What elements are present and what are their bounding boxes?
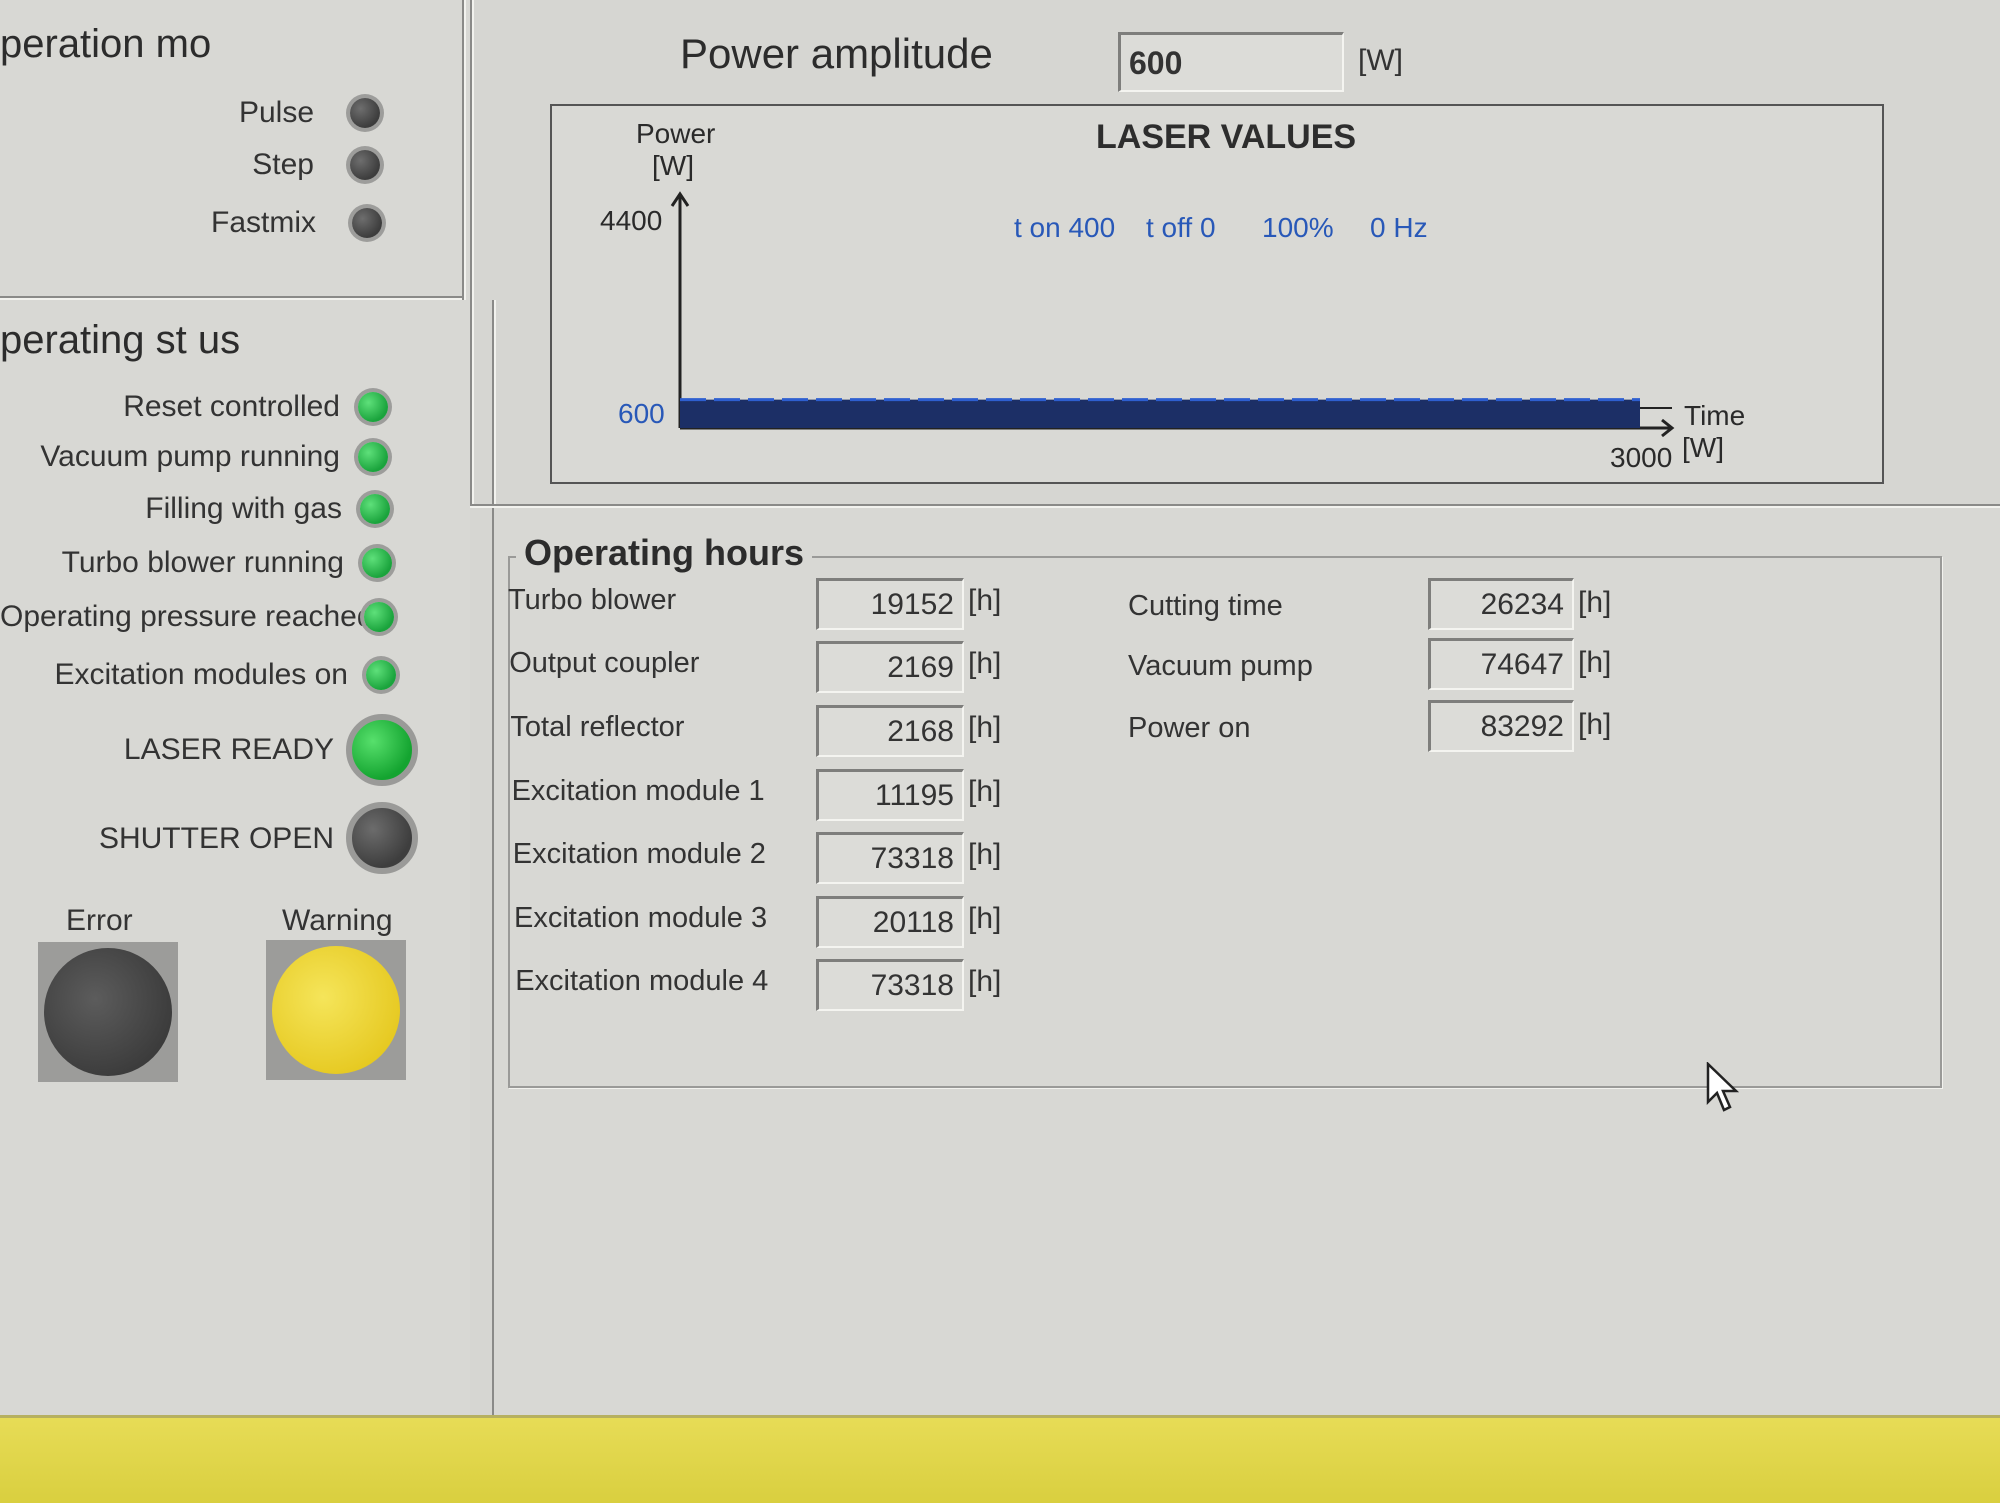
warning-lamp-frame [266,940,406,1080]
error-lamp-icon [44,948,172,1076]
hours-label: Cutting time [1128,590,1283,622]
laser-ready-label: LASER READY [123,733,334,766]
chart-hours-divider [470,504,2000,508]
hours-label: Power on [1128,712,1251,744]
hours-unit: [h] [968,647,1002,680]
hours-unit: [h] [1578,586,1612,619]
chart-y-axis [670,191,690,428]
hours-label: Output coupler [509,647,700,679]
status-excitation-led [366,660,396,690]
hours-value-field: 73318 [816,959,964,1011]
hours-unit: [h] [968,965,1002,998]
hours-label: Turbo blower [508,584,677,616]
mouse-cursor-icon [1706,1062,1740,1112]
error-label: Error [66,904,133,937]
laser-ready-indicator [346,714,418,786]
chart-series-area [680,399,1640,428]
hours-label: Excitation module 1 [511,775,765,807]
hours-value-field: 19152 [816,578,964,630]
hours-value-field: 2169 [816,641,964,693]
shutter-open-label: SHUTTER OPEN [98,822,334,855]
hours-value-field: 11195 [816,769,964,821]
hours-label: Excitation module 3 [514,902,768,934]
hours-value-field: 83292 [1428,700,1574,752]
hours-label: Total reflector [510,711,685,743]
error-lamp-frame [38,942,178,1082]
status-bar [0,1415,2000,1503]
status-turbo-label: Turbo blower running [61,546,344,579]
hours-value-field: 73318 [816,832,964,884]
hours-value-field: 26234 [1428,578,1574,630]
shutter-open-indicator [346,802,418,874]
hours-value-field: 74647 [1428,638,1574,690]
status-pressure-led [364,602,394,632]
hours-unit: [h] [968,902,1002,935]
hours-unit: [h] [1578,646,1612,679]
hours-unit: [h] [968,711,1002,744]
chart-plot-svg [670,191,1675,438]
hours-label: Excitation module 2 [512,838,766,870]
hours-group-box [508,556,1942,1088]
status-pressure-label: Operating pressure reached [0,600,374,633]
hours-value-field: 20118 [816,896,964,948]
hours-unit: [h] [968,584,1002,617]
hours-label: Excitation module 4 [515,965,769,997]
warning-lamp-icon [272,946,400,1074]
hours-label: Vacuum pump [1128,650,1313,682]
status-excitation-label: Excitation modules on [54,658,349,691]
status-turbo-led [362,548,392,578]
hours-unit: [h] [968,838,1002,871]
operating-hours-title: Operating hours [516,532,813,574]
hours-unit: [h] [968,775,1002,808]
warning-label: Warning [282,904,393,937]
hours-unit: [h] [1578,708,1612,741]
hours-value-field: 2168 [816,705,964,757]
